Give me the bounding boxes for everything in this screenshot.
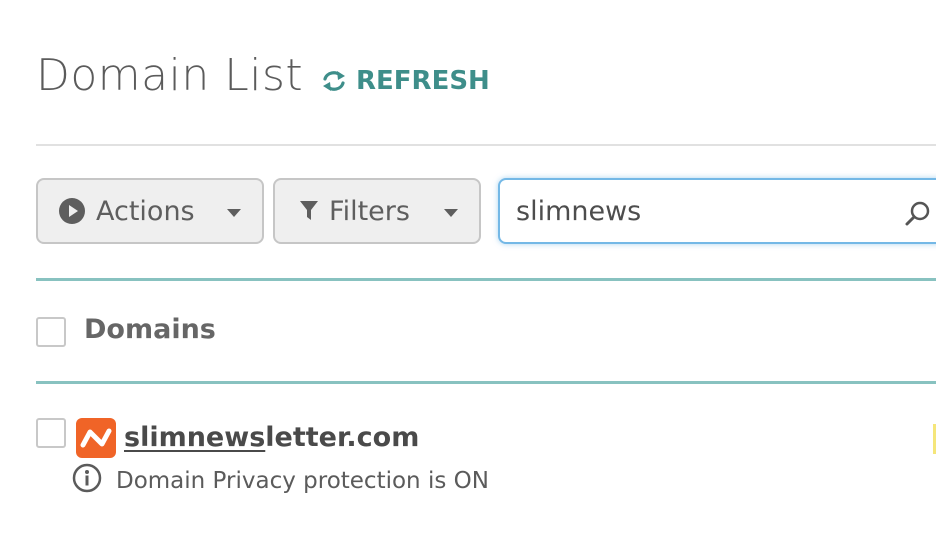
search-field[interactable]: slimnews [498, 178, 936, 244]
filters-dropdown[interactable]: Filters [273, 178, 481, 244]
refresh-icon [320, 68, 348, 94]
domain-name-match: slimnews [124, 422, 266, 453]
funnel-icon [299, 199, 319, 223]
search-input[interactable]: slimnews [516, 196, 641, 227]
select-all-checkbox[interactable] [36, 317, 66, 347]
play-circle-icon [58, 197, 86, 225]
page-title: Domain List [36, 50, 304, 101]
privacy-text: Domain Privacy protection is ON [116, 468, 489, 494]
filters-label: Filters [329, 195, 410, 227]
info-icon [72, 463, 102, 499]
chevron-down-icon [444, 209, 458, 217]
domain-name-rest: letter.com [265, 422, 420, 453]
row-checkbox[interactable] [36, 418, 66, 448]
privacy-status: Domain Privacy protection is ON [72, 463, 489, 499]
table-top-divider [36, 278, 936, 281]
refresh-button[interactable]: REFRESH [320, 66, 490, 96]
chevron-down-icon [227, 209, 241, 217]
domain-name-link[interactable]: slimnewsletter.com [124, 422, 419, 453]
actions-dropdown[interactable]: Actions [36, 178, 264, 244]
actions-label: Actions [96, 195, 195, 227]
column-header-domains: Domains [84, 314, 216, 345]
header-divider [36, 144, 936, 146]
namecheap-logo-icon [76, 418, 116, 458]
table-header-divider [36, 381, 936, 384]
refresh-label: REFRESH [356, 66, 490, 96]
search-icon[interactable] [904, 200, 932, 232]
